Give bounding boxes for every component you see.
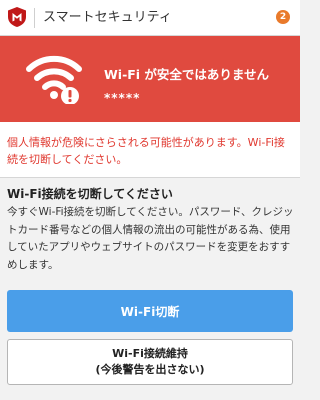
keep-connection-button[interactable]: Wi-Fi接続維持 (今後警告を出さない) <box>7 339 293 385</box>
keep-connection-label: Wi-Fi接続維持 <box>112 347 188 360</box>
alert-banner: Wi-Fi が安全ではありません ***** <box>0 36 300 122</box>
info-description: 今すぐWi-Fi接続を切断してください。パスワード、クレジットカード番号などの個… <box>7 206 294 271</box>
wifi-warning-icon <box>26 55 82 104</box>
app-title: スマートセキュリティ <box>43 10 172 25</box>
app-header: スマートセキュリティ 2 <box>0 0 300 36</box>
mcafee-shield-logo <box>8 7 26 27</box>
warning-message: 個人情報が危険にさらされる可能性があります。Wi-Fi接続を切断してください。 <box>7 136 285 166</box>
warning-box: 個人情報が危険にさらされる可能性があります。Wi-Fi接続を切断してください。 <box>0 122 300 178</box>
network-ssid: ***** <box>104 91 141 105</box>
info-section: Wi-Fi接続を切断してください 今すぐWi-Fi接続を切断してください。パスワ… <box>0 178 300 282</box>
keep-connection-sublabel: (今後警告を出さない) <box>95 363 205 376</box>
header-divider <box>34 8 35 28</box>
disconnect-wifi-button[interactable]: Wi-Fi切断 <box>7 290 293 332</box>
alert-title: Wi-Fi が安全ではありません <box>104 67 270 82</box>
notification-badge[interactable]: 2 <box>276 10 290 24</box>
info-heading: Wi-Fi接続を切断してください <box>7 187 173 201</box>
